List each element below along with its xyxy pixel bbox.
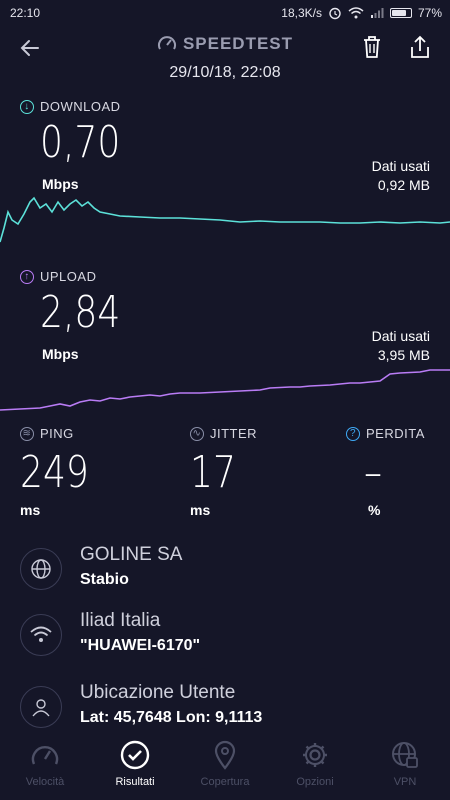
loss-stat: ? PERDITA – % — [346, 426, 425, 518]
nav-options-label: Opzioni — [296, 776, 334, 788]
gear-icon — [303, 743, 327, 767]
upload-label: ↑ UPLOAD — [20, 269, 96, 284]
location-info: Ubicazione Utente Lat: 45,7648 Lon: 9,11… — [20, 682, 440, 738]
server-location: Stabio — [80, 571, 129, 588]
signal-icon — [370, 8, 384, 18]
jitter-stat: ∿ JITTER 17 ms — [190, 426, 257, 518]
check-circle-icon — [120, 740, 150, 770]
title-text: SPEEDTEST — [182, 34, 294, 53]
nav-coverage-label: Copertura — [200, 776, 250, 788]
ping-label: ≋ PING — [20, 426, 104, 441]
speedometer-icon — [157, 36, 176, 50]
download-value: 0,70 — [40, 117, 121, 168]
network-ssid: "HUAWEI-6170" — [80, 637, 201, 654]
ping-icon: ≋ — [20, 426, 34, 441]
nav-options[interactable]: Opzioni — [270, 732, 360, 800]
upload-graph — [0, 369, 450, 411]
ping-stat: ≋ PING 249 ms — [20, 426, 104, 518]
wifi-icon — [348, 7, 364, 19]
map-pin-icon — [214, 740, 236, 770]
upload-value: 2,84 — [40, 287, 121, 338]
ping-unit: ms — [20, 502, 41, 518]
nav-speed-label: Velocità — [25, 776, 65, 788]
loss-label-text: PERDITA — [366, 426, 425, 441]
nav-results[interactable]: Risultati — [90, 732, 180, 800]
help-icon[interactable]: ? — [346, 426, 360, 441]
nav-vpn-label: VPN — [393, 776, 417, 788]
server-name: GOLINE SA — [80, 544, 183, 565]
loss-value: – — [364, 447, 383, 498]
download-graph — [0, 196, 450, 243]
alarm-icon — [329, 7, 341, 20]
ping-label-text: PING — [40, 426, 74, 441]
wifi-icon — [20, 614, 62, 656]
location-coordinates: Lat: 45,7648 Lon: 9,1113 — [80, 709, 263, 726]
loss-unit: % — [368, 502, 381, 518]
bottom-navigation: Velocità Risultati Copertura Opzioni VPN — [0, 732, 450, 800]
status-bar: 22:10 18,3K/s 77% — [0, 0, 450, 26]
nav-coverage[interactable]: Copertura — [180, 732, 270, 800]
upload-label-text: UPLOAD — [40, 269, 97, 284]
network-speed: 18,3K/s — [281, 6, 322, 20]
test-datetime: 29/10/18, 22:08 — [169, 64, 281, 81]
download-arrow-icon: ↓ — [20, 99, 34, 114]
nav-speed[interactable]: Velocità — [0, 732, 90, 800]
ping-value: 249 — [20, 447, 89, 498]
speedometer-icon — [31, 746, 59, 765]
trash-icon[interactable] — [360, 34, 384, 60]
status-indicators: 18,3K/s 77% — [281, 6, 442, 20]
download-data-used-label: Dati usati — [371, 158, 430, 174]
share-icon[interactable] — [408, 34, 432, 60]
download-label-text: DOWNLOAD — [40, 99, 121, 114]
nav-results-label: Risultati — [115, 776, 155, 788]
nav-vpn[interactable]: VPN — [360, 732, 450, 800]
vpn-globe-lock-icon — [392, 742, 418, 768]
upload-arrow-icon: ↑ — [20, 269, 34, 284]
app-header: SPEEDTEST — [0, 30, 450, 64]
globe-icon — [20, 548, 62, 590]
jitter-label: ∿ JITTER — [190, 426, 257, 441]
jitter-wave-icon: ∿ — [190, 426, 204, 441]
user-icon — [20, 686, 62, 728]
status-time: 22:10 — [10, 6, 41, 20]
battery-percent: 77% — [417, 6, 442, 20]
loss-label[interactable]: ? PERDITA — [346, 426, 425, 441]
network-provider: Iliad Italia — [80, 610, 161, 631]
download-label: ↓ DOWNLOAD — [20, 99, 121, 114]
battery-icon — [389, 8, 412, 18]
jitter-unit: ms — [190, 502, 211, 518]
jitter-value: 17 — [190, 447, 236, 498]
server-info: GOLINE SA Stabio — [20, 544, 440, 600]
upload-data-used-label: Dati usati — [371, 328, 430, 344]
jitter-label-text: JITTER — [210, 426, 258, 441]
network-info: Iliad Italia "HUAWEI-6170" — [20, 610, 440, 666]
location-title: Ubicazione Utente — [80, 682, 236, 703]
